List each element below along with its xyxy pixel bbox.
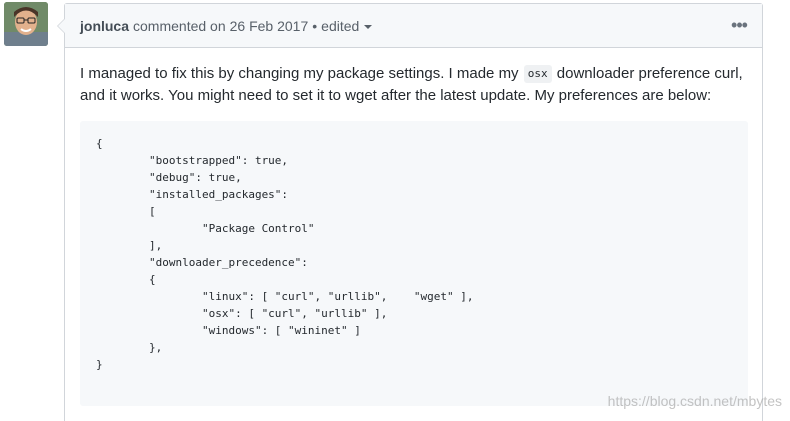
comment-header: jonluca commented on 26 Feb 2017 • edite…: [65, 4, 762, 48]
comment-text-before: I managed to fix this by changing my pac…: [80, 65, 519, 82]
comment-thread: jonluca commented on 26 Feb 2017 • edite…: [0, 0, 790, 421]
avatar[interactable]: [4, 2, 48, 46]
comment-paragraph: I managed to fix this by changing my pac…: [80, 63, 747, 107]
comment-date-link[interactable]: 26 Feb 2017: [230, 18, 309, 34]
code-content: { "bootstrapped": true, "debug": true, "…: [96, 137, 474, 371]
watermark-text: https://blog.csdn.net/mbytes: [607, 393, 782, 409]
comment-action: commented on: [133, 17, 226, 34]
comment-body: I managed to fix this by changing my pac…: [65, 48, 762, 406]
edited-label: edited: [321, 17, 360, 34]
kebab-horizontal-icon[interactable]: •••: [730, 16, 748, 34]
separator-dot: •: [312, 17, 318, 34]
comment-box: jonluca commented on 26 Feb 2017 • edite…: [57, 3, 763, 421]
inline-code: osx: [523, 65, 552, 83]
edited-dropdown[interactable]: edited: [321, 17, 373, 34]
avatar-image-icon: [4, 2, 48, 46]
comment-author-link[interactable]: jonluca: [80, 18, 129, 34]
caret-down-icon: [364, 24, 373, 29]
code-block: { "bootstrapped": true, "debug": true, "…: [80, 121, 748, 406]
